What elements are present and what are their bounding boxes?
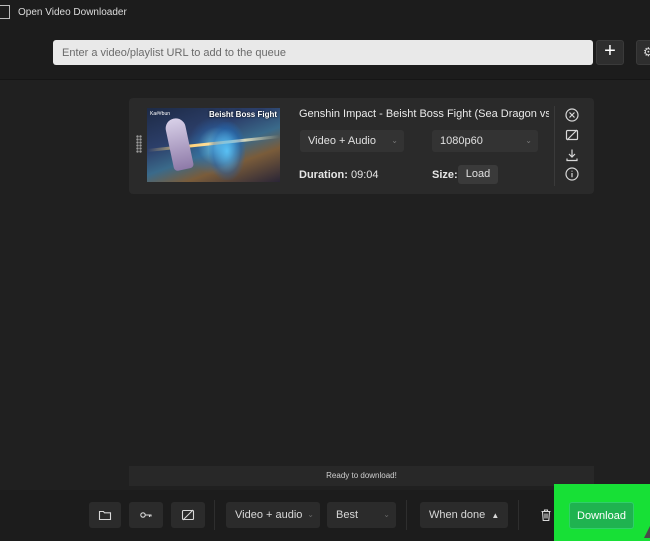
- item-format-value: Video + Audio: [308, 135, 376, 147]
- auth-button[interactable]: [129, 502, 163, 528]
- url-input[interactable]: [53, 40, 593, 65]
- add-url-button[interactable]: +: [596, 40, 624, 65]
- bottom-toolbar: Video + audio ⌄ Best ⌄ When done ▲: [0, 490, 650, 541]
- top-toolbar: + ⚙: [0, 24, 650, 80]
- resize-grip[interactable]: [644, 526, 650, 538]
- trash-icon: [541, 509, 551, 522]
- divider: [518, 500, 519, 530]
- chevron-down-icon: ⌄: [525, 136, 532, 145]
- info-icon[interactable]: [565, 167, 579, 181]
- download-button[interactable]: Download: [569, 502, 634, 529]
- chevron-down-icon: ⌄: [383, 510, 390, 519]
- when-done-label: When done: [429, 509, 486, 521]
- size-label: Size:: [432, 169, 458, 181]
- window-title: Open Video Downloader: [18, 6, 127, 18]
- app-icon: [0, 5, 10, 19]
- subtitles-off-icon[interactable]: [565, 128, 579, 142]
- item-resolution-value: 1080p60: [440, 135, 483, 147]
- drag-handle-icon[interactable]: [136, 135, 142, 153]
- when-done-dropdown[interactable]: When done ▲: [420, 502, 508, 528]
- thumbnail-title: Beisht Boss Fight: [209, 110, 278, 119]
- subtitles-off-icon: [181, 509, 195, 521]
- chevron-down-icon: ⌄: [307, 510, 314, 519]
- chevron-up-icon: ▲: [491, 511, 500, 520]
- download-icon[interactable]: [565, 148, 579, 162]
- global-quality-value: Best: [336, 509, 359, 521]
- key-icon: [140, 512, 152, 518]
- duration-value: 09:04: [350, 169, 379, 181]
- status-bar: Ready to download!: [129, 466, 594, 486]
- video-title: Genshin Impact - Beisht Boss Fight (Sea …: [299, 108, 549, 120]
- subtitles-button[interactable]: [171, 502, 205, 528]
- item-format-select[interactable]: Video + Audio ⌄: [300, 130, 404, 152]
- thumbnail-tag: Ka##bun: [150, 111, 171, 117]
- divider: [406, 500, 407, 530]
- duration-info: Duration: 09:04: [299, 169, 378, 181]
- queue-item: Ka##bun Beisht Boss Fight Genshin Impact…: [129, 98, 594, 194]
- global-quality-select[interactable]: Best ⌄: [327, 502, 396, 528]
- title-bar: Open Video Downloader: [0, 0, 650, 24]
- load-size-button[interactable]: Load: [458, 165, 498, 184]
- gear-icon: ⚙: [643, 45, 650, 59]
- global-format-select[interactable]: Video + audio ⌄: [226, 502, 320, 528]
- video-thumbnail: Ka##bun Beisht Boss Fight: [147, 108, 280, 182]
- chevron-down-icon: ⌄: [391, 136, 398, 145]
- divider: [214, 500, 215, 530]
- global-format-value: Video + audio: [235, 509, 303, 521]
- settings-button[interactable]: ⚙: [636, 40, 650, 65]
- divider: [554, 106, 555, 186]
- close-circle-icon[interactable]: [565, 108, 579, 122]
- item-resolution-select[interactable]: 1080p60 ⌄: [432, 130, 538, 152]
- duration-label: Duration:: [299, 169, 348, 181]
- folder-icon: [98, 510, 112, 521]
- open-folder-button[interactable]: [89, 502, 121, 528]
